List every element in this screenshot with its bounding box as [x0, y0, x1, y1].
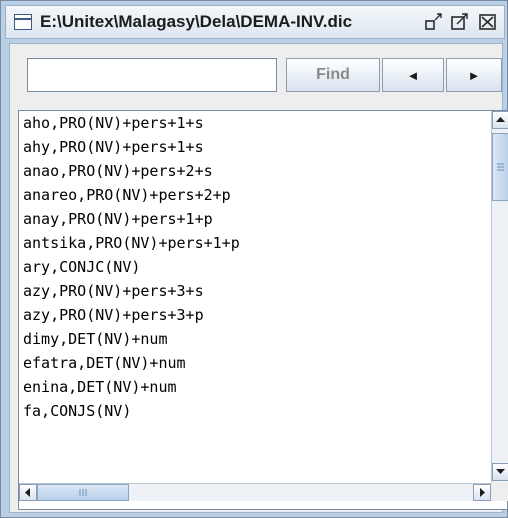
grip-icon: [497, 163, 504, 171]
list-item[interactable]: ahy,PRO(NV)+pers+1+s: [19, 135, 491, 159]
scrollbar-corner: [491, 483, 508, 501]
scroll-down-button[interactable]: [492, 463, 508, 481]
dictionary-panel: Find ◄ ► aho,PRO(NV)+pers+1+s ahy,PRO(NV…: [9, 43, 508, 513]
list-item[interactable]: fa,CONJS(NV): [19, 399, 491, 423]
list-item[interactable]: anareo,PRO(NV)+pers+2+p: [19, 183, 491, 207]
close-icon[interactable]: [478, 13, 498, 31]
list-item[interactable]: anay,PRO(NV)+pers+1+p: [19, 207, 491, 231]
vertical-scroll-thumb[interactable]: [492, 133, 508, 201]
arrow-right-icon: [480, 488, 485, 497]
list-item[interactable]: azy,PRO(NV)+pers+3+s: [19, 279, 491, 303]
list-item[interactable]: antsika,PRO(NV)+pers+1+p: [19, 231, 491, 255]
window-title: E:\Unitex\Malagasy\Dela\DEMA-INV.dic: [40, 12, 353, 31]
maximize-icon[interactable]: [450, 13, 470, 31]
search-bar: Find ◄ ►: [10, 44, 504, 96]
list-item[interactable]: aho,PRO(NV)+pers+1+s: [19, 111, 491, 135]
list-item[interactable]: dimy,DET(NV)+num: [19, 327, 491, 351]
entry-list-panel: aho,PRO(NV)+pers+1+s ahy,PRO(NV)+pers+1+…: [18, 110, 508, 510]
scroll-right-button[interactable]: [473, 484, 491, 501]
search-input[interactable]: [27, 58, 277, 92]
list-item[interactable]: ary,CONJC(NV): [19, 255, 491, 279]
horizontal-scroll-thumb[interactable]: [37, 484, 129, 501]
grip-icon: [79, 489, 87, 496]
scroll-up-button[interactable]: [492, 111, 508, 129]
window-app-icon[interactable]: [14, 14, 32, 30]
arrow-up-icon: [496, 117, 505, 122]
title-bar[interactable]: E:\Unitex\Malagasy\Dela\DEMA-INV.dic: [5, 5, 505, 39]
find-button[interactable]: Find: [286, 58, 380, 92]
list-item[interactable]: azy,PRO(NV)+pers+3+p: [19, 303, 491, 327]
next-arrow-icon: ►: [467, 67, 481, 83]
next-button[interactable]: ►: [446, 58, 502, 92]
previous-arrow-icon: ◄: [406, 67, 420, 83]
arrow-left-icon: [25, 488, 30, 497]
list-item[interactable]: efatra,DET(NV)+num: [19, 351, 491, 375]
arrow-down-icon: [496, 469, 505, 474]
previous-button[interactable]: ◄: [382, 58, 444, 92]
scroll-left-button[interactable]: [19, 484, 37, 501]
list-item[interactable]: anao,PRO(NV)+pers+2+s: [19, 159, 491, 183]
entry-list[interactable]: aho,PRO(NV)+pers+1+s ahy,PRO(NV)+pers+1+…: [19, 111, 491, 483]
horizontal-scrollbar[interactable]: [19, 483, 491, 501]
restore-icon[interactable]: [424, 13, 444, 31]
list-item[interactable]: enina,DET(NV)+num: [19, 375, 491, 399]
window-frame: E:\Unitex\Malagasy\Dela\DEMA-INV.dic Fin…: [0, 0, 508, 518]
vertical-scrollbar[interactable]: [491, 111, 508, 483]
